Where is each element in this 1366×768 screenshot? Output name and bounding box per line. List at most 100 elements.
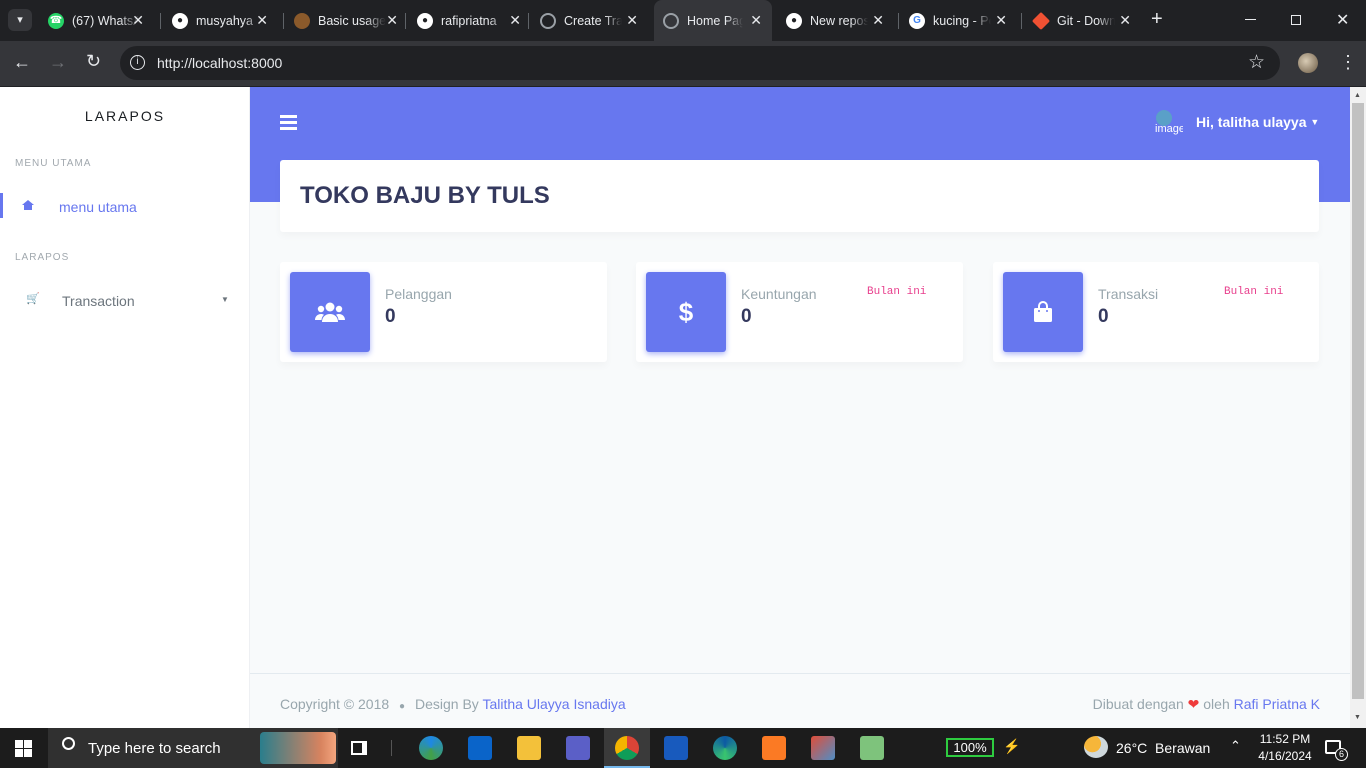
task-view-icon[interactable] <box>351 741 367 755</box>
stat-card-pelanggan: Pelanggan 0 <box>280 262 607 362</box>
user-avatar[interactable]: image <box>1153 110 1183 138</box>
notepad-icon[interactable] <box>860 736 884 760</box>
word-icon[interactable] <box>664 736 688 760</box>
tab-rafipriatna[interactable]: ● rafipriatna ✕ <box>413 0 531 41</box>
users-icon <box>290 272 370 352</box>
back-icon[interactable]: ← <box>13 52 31 73</box>
sidebar-item-transaction[interactable]: 🛒 Transaction ▼ <box>0 284 249 318</box>
sidebar-item-label: menu utama <box>59 199 137 215</box>
period-badge: Bulan ini <box>1224 286 1284 298</box>
stat-card-keuntungan: $ Keuntungan Bulan ini 0 <box>636 262 963 362</box>
web-page: image Hi, talitha ulayya ▼ LARAPOS MENU … <box>0 87 1350 728</box>
tab-create-transaction[interactable]: Create Transaction ✕ <box>536 0 648 41</box>
browser-tab-strip: ▾ ☎ (67) WhatsApp ✕ ● musyahya ✕ Basic u… <box>0 0 1366 41</box>
close-icon[interactable]: ✕ <box>750 12 762 29</box>
taskbar-search[interactable]: Type here to search <box>48 728 338 768</box>
close-window-icon[interactable]: ✕ <box>1336 10 1349 30</box>
stat-label: Keuntungan <box>741 286 817 302</box>
clock[interactable]: 11:52 PM 4/16/2024 <box>1250 731 1320 765</box>
address-bar[interactable]: i http://localhost:8000 ☆ <box>120 46 1280 80</box>
page-scrollbar[interactable]: ▲ ▼ <box>1350 87 1366 728</box>
github-icon: ● <box>172 12 188 29</box>
weather-text[interactable]: 26°C Berawan <box>1116 740 1210 756</box>
git-gui-icon[interactable] <box>811 736 835 760</box>
stat-value: 0 <box>1098 306 1109 327</box>
dollar-icon: $ <box>646 272 726 352</box>
close-icon[interactable]: ✕ <box>1119 12 1131 29</box>
tab-kucing[interactable]: G kucing - Penelusuran ✕ <box>905 0 1017 41</box>
hamburger-menu-icon[interactable] <box>280 115 297 130</box>
outlook-icon[interactable] <box>468 736 492 760</box>
footer-left: Copyright © 2018 ● Design By Talitha Ula… <box>280 696 626 712</box>
stat-label: Pelanggan <box>385 286 452 302</box>
page-title: TOKO BAJU BY TULS <box>300 182 550 209</box>
notification-count-badge: 6 <box>1335 748 1348 761</box>
weather-icon[interactable] <box>1084 736 1108 758</box>
sidebar-brand[interactable]: LARAPOS <box>0 108 250 124</box>
close-icon[interactable]: ✕ <box>386 12 398 29</box>
close-icon[interactable]: ✕ <box>626 12 638 29</box>
close-icon[interactable]: ✕ <box>256 12 268 29</box>
chrome-active-tile[interactable] <box>604 728 650 768</box>
google-icon: G <box>909 12 925 29</box>
site-info-icon[interactable]: i <box>130 55 145 70</box>
section-header-card: TOKO BAJU BY TULS <box>280 160 1319 232</box>
git-icon <box>1031 11 1051 30</box>
reload-icon[interactable]: ↻ <box>86 51 101 72</box>
bookmark-star-icon[interactable]: ☆ <box>1248 51 1265 74</box>
edge-dev-icon[interactable] <box>419 736 443 760</box>
stat-card-transaksi: Transaksi Bulan ini 0 <box>993 262 1319 362</box>
browser-toolbar: ← → ↻ i http://localhost:8000 ☆ ⋮ <box>0 41 1366 86</box>
tab-home-page[interactable]: Home Page ✕ <box>654 0 772 41</box>
active-indicator <box>0 193 3 218</box>
github-icon: ● <box>417 12 433 29</box>
tab-whatsapp[interactable]: ☎ (67) WhatsApp ✕ <box>44 0 154 41</box>
design-by-text: Design By <box>414 696 479 712</box>
bullet-separator: ● <box>399 701 406 712</box>
battery-indicator[interactable]: 100% <box>946 738 994 757</box>
file-explorer-icon[interactable] <box>517 736 541 760</box>
profile-avatar[interactable] <box>1298 53 1318 73</box>
cartoon-favicon <box>294 12 310 29</box>
edge-icon[interactable] <box>713 736 737 760</box>
tab-musyahya[interactable]: ● musyahya ✕ <box>168 0 278 41</box>
tab-search-button[interactable]: ▾ <box>8 9 32 31</box>
user-dropdown[interactable]: Hi, talitha ulayya ▼ <box>1196 114 1319 130</box>
new-tab-icon[interactable]: + <box>1151 8 1163 31</box>
sidebar-section-header: MENU UTAMA <box>15 158 92 169</box>
heart-icon: ❤ <box>1187 696 1200 712</box>
forward-icon[interactable]: → <box>49 52 67 73</box>
shopping-bag-icon <box>1003 272 1083 352</box>
period-badge: Bulan ini <box>867 286 927 298</box>
teams-icon[interactable] <box>566 736 590 760</box>
footer: Copyright © 2018 ● Design By Talitha Ula… <box>250 673 1350 728</box>
designer-link[interactable]: Talitha Ulayya Isnadiya <box>482 696 625 712</box>
close-icon[interactable]: ✕ <box>132 12 144 29</box>
close-icon[interactable]: ✕ <box>872 12 884 29</box>
minimize-icon[interactable] <box>1245 19 1256 20</box>
scrollbar-thumb[interactable] <box>1352 103 1364 699</box>
windows-taskbar: Type here to search 100% ⚡ 26°C Berawan … <box>0 728 1366 768</box>
copyright-text: Copyright © 2018 <box>280 696 390 712</box>
tab-new-repository[interactable]: ● New repository ✕ <box>782 0 894 41</box>
close-icon[interactable]: ✕ <box>509 12 521 29</box>
footer-right: Dibuat dengan ❤ oleh Rafi Priatna K <box>1093 696 1320 713</box>
close-icon[interactable]: ✕ <box>995 12 1007 29</box>
sidebar-section-header: LARAPOS <box>15 252 70 263</box>
globe-icon <box>663 12 679 29</box>
clock-date: 4/16/2024 <box>1258 749 1312 763</box>
sidebar-item-menu-utama[interactable]: menu utama <box>0 190 249 224</box>
chevron-up-icon[interactable]: ⌃ <box>1230 738 1241 754</box>
xampp-icon[interactable] <box>762 736 786 760</box>
tab-basic-usage[interactable]: Basic usage ✕ <box>290 0 408 41</box>
browser-menu-icon[interactable]: ⋮ <box>1339 52 1357 73</box>
cart-icon: 🛒 <box>26 293 40 305</box>
restore-icon[interactable] <box>1291 15 1301 25</box>
search-icon <box>62 737 75 750</box>
github-icon: ● <box>786 12 802 29</box>
chrome-icon <box>615 736 639 760</box>
windows-start-icon[interactable] <box>15 740 32 757</box>
tab-git-downloads[interactable]: Git - Downloads ✕ <box>1029 0 1141 41</box>
stat-value: 0 <box>385 306 396 327</box>
author-link[interactable]: Rafi Priatna K <box>1234 696 1320 712</box>
